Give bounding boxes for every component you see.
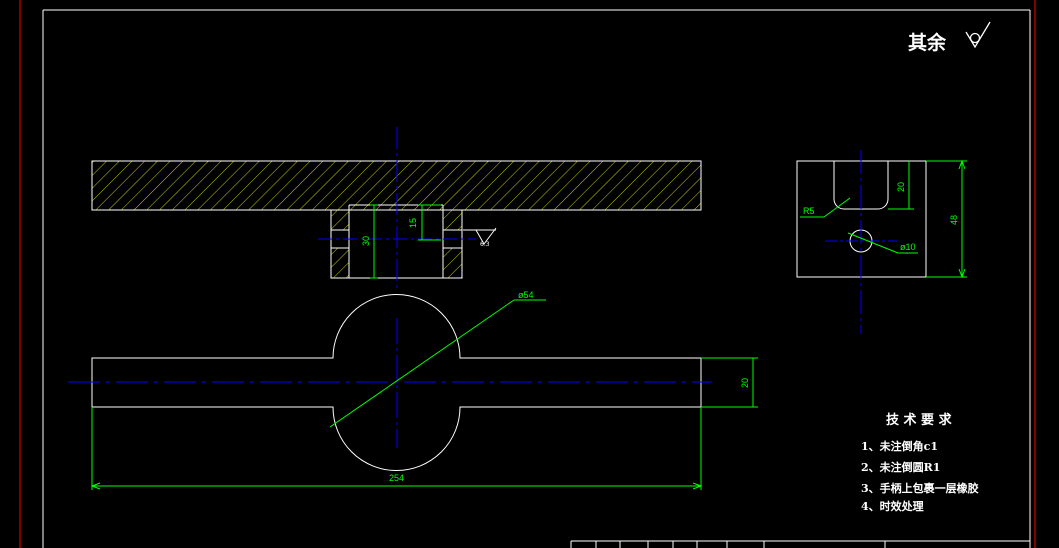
dimension-end-height [926, 159, 967, 279]
tech-requirement-item: 3、手柄上包裹一层橡胶 [861, 481, 979, 495]
roughness-value-label: 6.3 [480, 241, 490, 248]
end-height-label: 48 [949, 215, 959, 225]
bar-width-label: 20 [740, 378, 750, 388]
section-view: 30 15 6.3 [91, 127, 702, 290]
slot-depth-label: 20 [896, 182, 906, 192]
technical-requirements: 技 术 要 求 1、未注倒角c1 2、未注倒圆R1 3、手柄上包裹一层橡胶 4、… [861, 412, 979, 513]
tech-requirement-item: 4、时效处理 [861, 499, 924, 513]
tech-requirement-item: 1、未注倒角c1 [861, 439, 938, 453]
end-view: 20 48 R5 ø10 [796, 150, 967, 334]
dimension-bulb-diameter [329, 299, 546, 428]
roughness-symbol-icon [965, 21, 991, 49]
drawing-canvas: 其余 30 15 6.3 ø54 20 254 20 48 R5 ø10 技 术… [19, 0, 1036, 548]
dimension-hub-height [370, 204, 378, 279]
title-block [570, 540, 1030, 548]
hub-height-label: 30 [361, 236, 371, 246]
bulb-diameter-label: ø54 [518, 290, 534, 300]
surface-roughness-note: 其余 [908, 21, 991, 54]
surface-note-text: 其余 [908, 31, 947, 54]
tech-requirements-title: 技 术 要 求 [886, 412, 953, 428]
plan-view: ø54 20 254 [68, 290, 758, 490]
tech-requirement-item: 2、未注倒圆R1 [861, 460, 940, 474]
total-length-label: 254 [389, 473, 404, 483]
hole-depth-label: 15 [408, 218, 418, 228]
slot-radius-label: R5 [803, 206, 815, 216]
pin-hole-label: ø10 [900, 242, 916, 252]
